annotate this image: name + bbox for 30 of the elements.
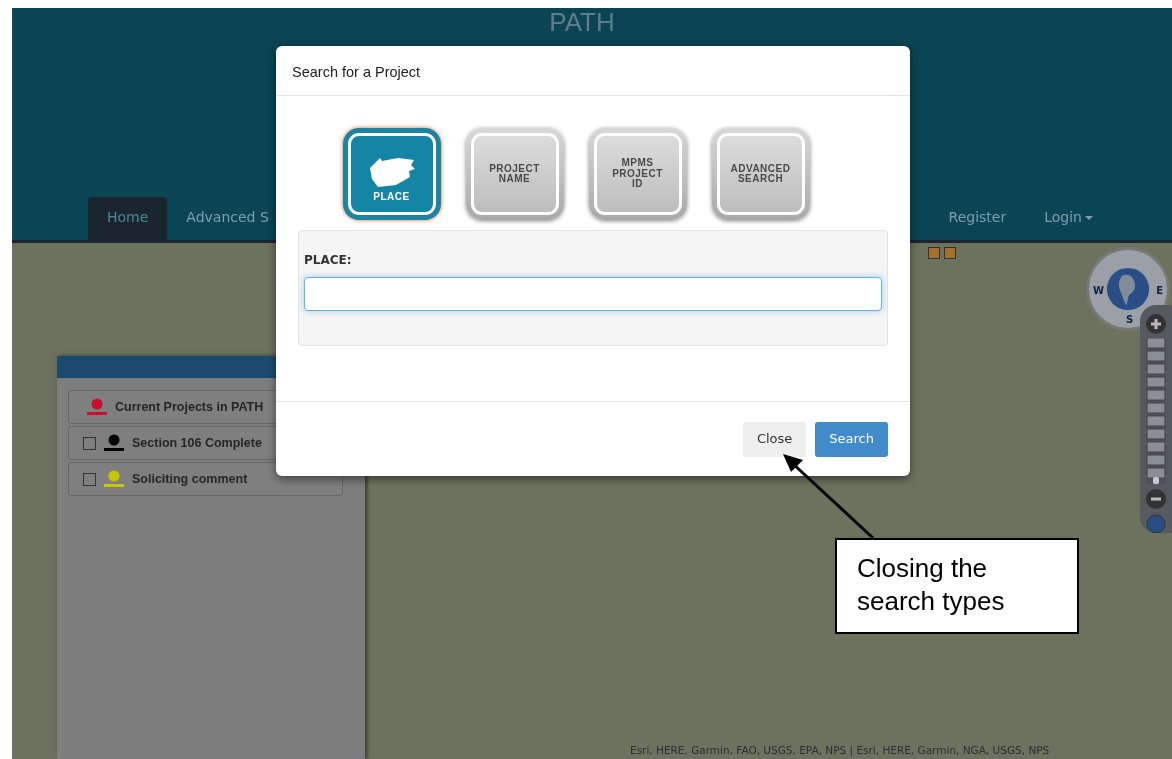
- callout-note: Closing the search types: [835, 538, 1079, 634]
- map-tool-icon[interactable]: [928, 247, 940, 259]
- site-title: PATH: [548, 8, 616, 36]
- register-link[interactable]: Register: [929, 197, 1026, 240]
- search-type-tab[interactable]: MPMS PROJECT ID: [588, 128, 687, 220]
- field-label: PLACE:: [304, 252, 353, 269]
- compass-control[interactable]: W E S: [1086, 247, 1170, 331]
- place-input-field[interactable]: [304, 277, 882, 311]
- compass-letter: W: [1093, 286, 1105, 296]
- nav-tab[interactable]: Home: [88, 197, 168, 240]
- compass-letter: E: [1156, 286, 1163, 296]
- map-tool-icon[interactable]: [944, 247, 956, 259]
- search-button[interactable]: Search: [815, 421, 888, 457]
- checkbox[interactable]: [83, 472, 96, 486]
- zoom-slider-thumb[interactable]: [1153, 476, 1159, 485]
- checkbox[interactable]: [83, 436, 96, 450]
- search-type-tab[interactable]: ADVANCED SEARCH: [711, 128, 810, 220]
- zoom-in-icon[interactable]: [1145, 313, 1167, 335]
- globe-icon: [1106, 267, 1150, 311]
- nav-tab[interactable]: Advanced S: [167, 197, 288, 240]
- compass-letter: S: [1126, 315, 1134, 325]
- map-attribution: Esri, HERE, Garmin, FAO, USGS, EPA, NPS | Esri, HERE, Garmin, NGA, USGS, NPS: [630, 743, 1050, 759]
- zoom-out-icon[interactable]: [1145, 488, 1167, 510]
- search-type-tab[interactable]: PROJECT NAME: [465, 128, 564, 220]
- dialog-title: Search for a Project: [276, 46, 910, 96]
- caret-icon: [1085, 216, 1093, 220]
- search-type-tab[interactable]: PLACE: [342, 128, 441, 220]
- login-dropdown[interactable]: Login: [1025, 197, 1112, 240]
- close-button[interactable]: Close: [742, 421, 807, 457]
- legend-item[interactable]: Soliciting comment: [68, 462, 343, 496]
